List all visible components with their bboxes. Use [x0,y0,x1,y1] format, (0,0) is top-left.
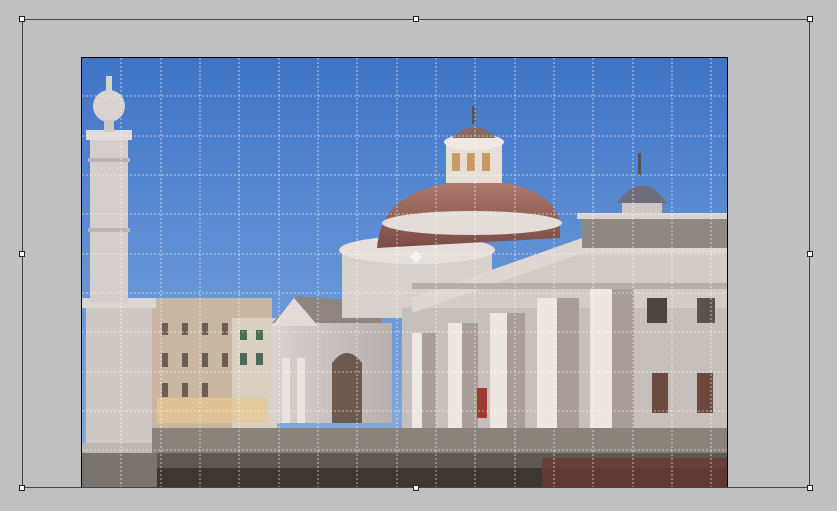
handle-top-right[interactable] [807,16,813,22]
canvas-workspace[interactable] [0,0,837,511]
domed-church-photo [82,58,727,487]
image-layer[interactable] [81,57,728,488]
center-point-icon[interactable] [410,248,422,263]
handle-middle-right[interactable] [807,251,813,257]
handle-bottom-right[interactable] [807,485,813,491]
handle-top-center[interactable] [413,16,419,22]
handle-middle-left[interactable] [19,251,25,257]
handle-bottom-center[interactable] [413,485,419,491]
handle-bottom-left[interactable] [19,485,25,491]
handle-top-left[interactable] [19,16,25,22]
